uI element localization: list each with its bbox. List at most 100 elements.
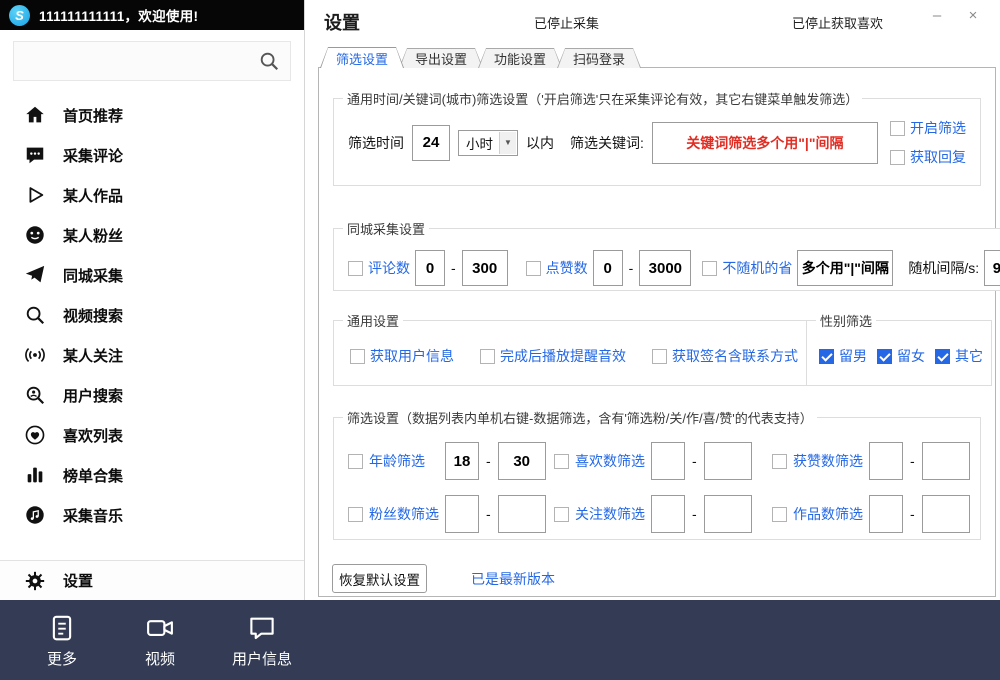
signature-contact-option[interactable]: 获取签名含联系方式 [652,346,798,366]
like-min-input[interactable] [593,250,623,286]
age-filter-checkbox[interactable] [348,454,363,469]
enable-filter-option[interactable]: 开启筛选 [890,118,966,138]
sidebar-item-collect-comments[interactable]: 采集评论 [0,135,304,175]
time-unit-value: 小时 [459,133,499,153]
signature-contact-checkbox[interactable] [652,349,667,364]
age-filter-label: 年龄筛选 [369,451,439,471]
time-unit-select[interactable]: 小时 ▼ [458,130,518,156]
gender-filter-fieldset: 性别筛选 留男 留女 其它 [806,311,992,386]
tab-qr-login[interactable]: 扫码登录 [557,48,641,68]
search-icon[interactable] [258,50,280,72]
play-sound-checkbox[interactable] [480,349,495,364]
comment-count-checkbox[interactable] [348,261,363,276]
praised-filter-checkbox[interactable] [772,454,787,469]
dash-separator: - [628,260,635,276]
close-button[interactable]: × [962,7,984,24]
praised-filter-label: 获赞数筛选 [793,451,863,471]
age-max-input[interactable] [498,442,546,480]
fans-max-input[interactable] [498,495,546,533]
follow-min-input[interactable] [651,495,685,533]
bottom-item-user-info[interactable]: 用户信息 [222,613,302,669]
like-count-label: 点赞数 [546,258,588,278]
praised-max-input[interactable] [922,442,970,480]
keep-other-option[interactable]: 其它 [935,346,983,366]
bottom-item-label: 用户信息 [232,648,292,669]
sidebar-item-like-list[interactable]: 喜欢列表 [0,415,304,455]
province-input[interactable] [797,250,893,286]
random-interval-input[interactable] [984,250,1000,286]
tab-export-settings[interactable]: 导出设置 [399,48,483,68]
sidebar-item-user-works[interactable]: 某人作品 [0,175,304,215]
fans-filter-cell: 粉丝数筛选 - [348,495,554,533]
sidebar-item-settings[interactable]: 设置 [0,560,304,600]
follow-filter-cell: 关注数筛选 - [554,495,772,533]
option-label: 留男 [839,346,867,366]
get-reply-option[interactable]: 获取回复 [890,147,966,167]
bottom-item-label: 视频 [145,648,175,669]
sidebar-item-video-search[interactable]: 视频搜索 [0,295,304,335]
within-label: 以内 [526,133,554,153]
comment-max-input[interactable] [462,250,508,286]
bar-chart-icon [24,464,46,486]
page-title: 设置 [324,9,360,35]
tab-label: 扫码登录 [558,49,640,68]
like-max-input[interactable] [639,250,691,286]
keep-female-checkbox[interactable] [877,349,892,364]
praised-min-input[interactable] [869,442,903,480]
works-max-input[interactable] [922,495,970,533]
general-settings-fieldset: 通用设置 获取用户信息 完成后播放提醒音效 获取签名含联系方式 [333,311,807,386]
age-filter-cell: 年龄筛选 - [348,442,554,480]
likes-filter-checkbox[interactable] [554,454,569,469]
bottom-toolbar: 更多 视频 用户信息 [0,600,1000,680]
data-filter-legend: 筛选设置（数据列表内单机右键-数据筛选，含有'筛选粉/关/作/喜/赞'的代表支持… [343,408,817,427]
dash-separator: - [691,453,698,469]
app-window: S 111111111111，欢迎使用! 首页推荐 采集评论 某人作品 [0,0,1000,680]
tab-filter-settings[interactable]: 筛选设置 [320,47,404,68]
minimize-button[interactable]: – [926,7,948,24]
keep-female-option[interactable]: 留女 [877,346,925,366]
sidebar-item-home-recommend[interactable]: 首页推荐 [0,95,304,135]
search-input[interactable] [24,53,258,69]
reset-defaults-button[interactable]: 恢复默认设置 [332,564,427,593]
keep-male-option[interactable]: 留男 [819,346,867,366]
get-reply-checkbox[interactable] [890,150,905,165]
filter-time-input[interactable] [412,125,450,161]
bottom-item-video[interactable]: 视频 [120,613,200,669]
user-search-icon [24,384,46,406]
get-user-info-checkbox[interactable] [350,349,365,364]
works-filter-checkbox[interactable] [772,507,787,522]
enable-filter-checkbox[interactable] [890,121,905,136]
likes-max-input[interactable] [704,442,752,480]
bottom-item-more[interactable]: 更多 [22,613,102,669]
menu-label: 某人关注 [63,345,123,366]
keep-other-checkbox[interactable] [935,349,950,364]
sidebar-item-user-search[interactable]: 用户搜索 [0,375,304,415]
like-count-checkbox[interactable] [526,261,541,276]
city-collect-fieldset: 同城采集设置 评论数 - 点赞数 - 不随机的省 随机间隔/s: [333,219,1000,291]
get-user-info-option[interactable]: 获取用户信息 [350,346,454,366]
play-sound-option[interactable]: 完成后播放提醒音效 [480,346,626,366]
tab-function-settings[interactable]: 功能设置 [478,48,562,68]
sidebar-item-rank-collection[interactable]: 榜单合集 [0,455,304,495]
likes-status-text: 已停止获取喜欢 [792,13,883,32]
dash-separator: - [691,506,698,522]
sidebar-item-user-fans[interactable]: 某人粉丝 [0,215,304,255]
sidebar-item-city-collect[interactable]: 同城采集 [0,255,304,295]
age-min-input[interactable] [445,442,479,480]
sidebar-item-collect-music[interactable]: 采集音乐 [0,495,304,535]
works-min-input[interactable] [869,495,903,533]
sidebar-item-user-follow[interactable]: 某人关注 [0,335,304,375]
likes-min-input[interactable] [651,442,685,480]
likes-filter-label: 喜欢数筛选 [575,451,645,471]
comment-min-input[interactable] [415,250,445,286]
keep-male-checkbox[interactable] [819,349,834,364]
fans-filter-checkbox[interactable] [348,507,363,522]
follow-max-input[interactable] [704,495,752,533]
fans-min-input[interactable] [445,495,479,533]
filter-keyword-input[interactable] [652,122,878,164]
menu-label: 设置 [63,570,93,591]
version-status-link[interactable]: 已是最新版本 [471,569,555,589]
follow-filter-checkbox[interactable] [554,507,569,522]
fixed-province-checkbox[interactable] [702,261,717,276]
menu-label: 某人粉丝 [63,225,123,246]
